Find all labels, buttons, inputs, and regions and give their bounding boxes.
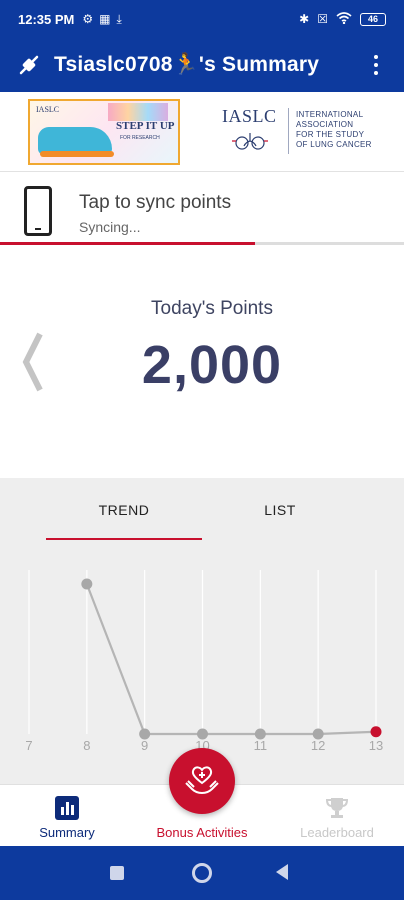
nav-summary[interactable]: Summary	[0, 795, 134, 840]
battery-saver-icon: ☒	[317, 12, 328, 26]
iaslc-logo: IASLC INTERNATIONAL ASSOCIATION FOR THE …	[218, 106, 388, 158]
chart-panel: TREND LIST 7 8 9 10 11 12 13	[0, 478, 404, 784]
x-tick-label: 9	[141, 738, 148, 753]
sync-title: Tap to sync points	[79, 192, 232, 213]
data-point[interactable]	[197, 728, 208, 740]
phone-icon	[24, 186, 52, 236]
wifi-icon	[336, 11, 352, 27]
nav-summary-label: Summary	[39, 825, 95, 840]
x-tick-label: 13	[369, 738, 383, 753]
data-point[interactable]	[312, 728, 324, 740]
points-panel: Today's Points 2,000	[0, 246, 404, 478]
system-nav-bar	[0, 846, 404, 900]
logo-step-it-up-text: STEP IT UP	[116, 120, 175, 132]
sync-progress-fill	[0, 242, 255, 245]
sync-icon[interactable]	[16, 52, 42, 78]
data-point[interactable]	[81, 578, 93, 590]
back-icon[interactable]	[276, 864, 288, 880]
data-point[interactable]	[139, 728, 151, 740]
recents-icon[interactable]	[110, 866, 124, 880]
sync-progress-bar	[0, 242, 404, 245]
sync-status: Syncing...	[79, 219, 141, 235]
step-it-up-logo: IASLC STEP IT UP FOR RESEARCH	[28, 99, 180, 165]
bonus-activities-fab[interactable]	[169, 748, 235, 814]
nav-bonus-label: Bonus Activities	[156, 825, 248, 840]
nav-leaderboard[interactable]: Leaderboard	[270, 795, 404, 840]
bluetooth-icon: ✱	[299, 12, 310, 26]
nav-leaderboard-label: Leaderboard	[300, 825, 374, 840]
status-bar: 12:35 PM ⚙ ▦ ⤓ ✱ ☒ 46	[0, 0, 404, 38]
more-vert-icon[interactable]	[364, 50, 388, 80]
sponsor-banner: IASLC STEP IT UP FOR RESEARCH IASLC INTE…	[0, 92, 404, 172]
lungs-icon	[232, 133, 268, 150]
home-icon[interactable]	[192, 863, 212, 883]
trophy-icon	[325, 798, 349, 818]
status-time: 12:35 PM	[18, 11, 75, 27]
x-tick-label: 12	[311, 738, 325, 753]
page-title: Tsiaslc0708🏃's Summary	[54, 53, 320, 76]
qr-icon: ▦	[99, 11, 111, 26]
app-bar: Tsiaslc0708🏃's Summary	[0, 38, 404, 92]
bar-chart-icon	[55, 796, 79, 820]
data-point[interactable]	[370, 726, 382, 738]
logo-iaslc-small: IASLC	[36, 105, 60, 114]
data-point[interactable]	[254, 728, 266, 740]
download-icon: ⤓	[116, 11, 122, 26]
logo-for-research-text: FOR RESEARCH	[120, 135, 160, 141]
x-tick-label: 11	[254, 738, 268, 753]
iaslc-org-name: INTERNATIONAL ASSOCIATION FOR THE STUDY …	[296, 110, 372, 149]
heart-hands-icon	[185, 766, 219, 794]
battery-icon: 46	[360, 12, 386, 26]
sync-button[interactable]: Tap to sync points Syncing...	[0, 172, 404, 248]
trend-chart: 7 8 9 10 11 12 13	[25, 570, 383, 753]
settings-icon: ⚙	[82, 11, 94, 26]
trend-line	[85, 583, 377, 736]
x-tick-label: 8	[83, 738, 90, 753]
points-value: 2,000	[141, 335, 283, 395]
iaslc-mark: IASLC	[222, 106, 277, 126]
points-label: Today's Points	[151, 298, 273, 319]
x-tick-label: 7	[25, 738, 32, 753]
